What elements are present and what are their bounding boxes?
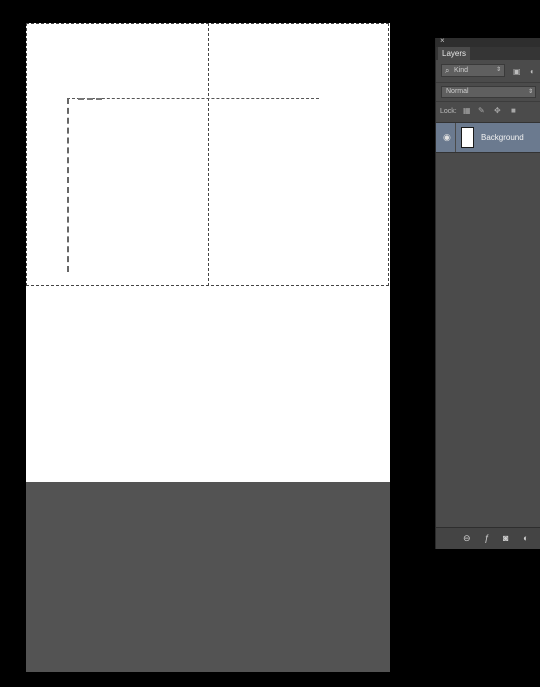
visibility-eye-icon[interactable]: ◉ <box>443 132 451 142</box>
layers-panel-footer: ⊖ ƒ ◙ ◐ <box>436 527 540 549</box>
layer-filter-row: ⌕ Kind ⇕ ▣ ◐ <box>436 61 540 81</box>
blend-mode-select[interactable]: Normal ⇕ <box>441 86 536 98</box>
lock-transparency-icon[interactable]: ▦ <box>463 106 471 116</box>
lock-row: Lock: ▦ ✎ ✥ ■ <box>436 101 540 121</box>
document-canvas[interactable] <box>26 23 390 672</box>
gray-region <box>26 482 390 672</box>
add-mask-icon[interactable]: ◙ <box>503 533 508 544</box>
adjustment-filter-icon[interactable]: ◐ <box>530 67 535 76</box>
search-icon: ⌕ <box>445 66 450 75</box>
new-adjustment-layer-icon[interactable]: ◐ <box>523 533 528 544</box>
filter-kind-select[interactable]: ⌕ Kind ⇕ <box>441 64 505 77</box>
panel-title-bar[interactable]: × <box>436 38 540 47</box>
blend-mode-row: Normal ⇕ <box>436 82 540 99</box>
blend-mode-value: Normal <box>446 88 469 95</box>
updown-icon: ⇕ <box>495 67 501 73</box>
updown-icon: ⇕ <box>528 89 534 95</box>
lock-all-icon[interactable]: ■ <box>511 106 516 116</box>
lock-label: Lock: <box>440 108 457 115</box>
panel-tab-bar: Layers <box>436 47 540 60</box>
eye-column-divider <box>455 123 456 152</box>
layer-row-background[interactable]: ◉ Background <box>436 122 540 153</box>
close-icon[interactable]: × <box>440 38 445 46</box>
lock-image-pixels-icon[interactable]: ✎ <box>478 106 485 116</box>
link-layers-icon[interactable]: ⊖ <box>463 533 471 544</box>
fx-icon[interactable]: ƒ <box>484 533 489 544</box>
marquee-inner-left-edge <box>67 98 69 272</box>
filter-kind-label: Kind <box>454 67 469 74</box>
layer-thumbnail <box>461 127 474 148</box>
layers-panel: × Layers ⌕ Kind ⇕ ▣ ◐ Normal ⇕ Lock: ▦ ✎… <box>435 38 540 549</box>
marquee-center-guide <box>208 23 209 286</box>
image-filter-icon[interactable]: ▣ <box>513 67 521 76</box>
layer-name[interactable]: Background <box>481 132 524 143</box>
marquee-inner-tick <box>78 98 102 102</box>
marquee-inner-top-edge <box>67 98 319 99</box>
lock-position-icon[interactable]: ✥ <box>494 106 501 116</box>
tab-layers[interactable]: Layers <box>438 47 470 60</box>
